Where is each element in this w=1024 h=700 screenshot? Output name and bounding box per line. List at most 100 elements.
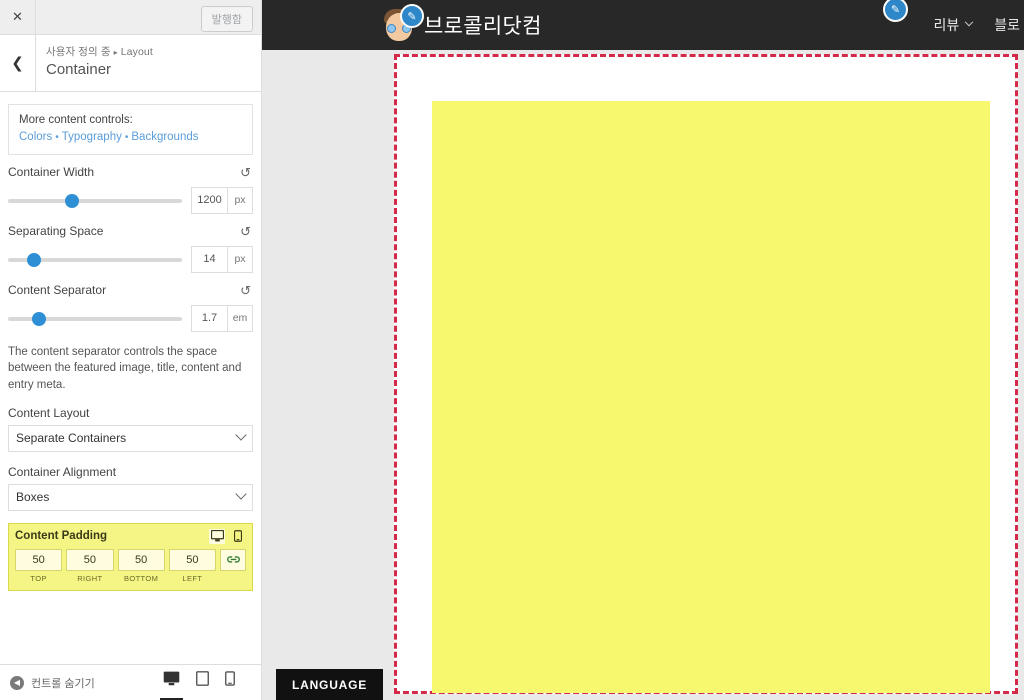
avatar-icon: ✎ (382, 4, 424, 42)
separating-space-slider[interactable] (8, 252, 182, 268)
container-width-input[interactable]: 1200 (191, 187, 228, 214)
link-icon[interactable] (220, 548, 246, 571)
desktop-icon-svg (163, 671, 180, 686)
slider-handle[interactable] (65, 193, 80, 208)
separating-space-unit: px (228, 246, 253, 273)
reset-icon[interactable]: ↺ (238, 166, 253, 179)
preview-gutter (262, 50, 394, 700)
link-backgrounds[interactable]: Backgrounds (131, 131, 198, 143)
site-brand[interactable]: ✎ 브로콜리닷컴 (382, 0, 542, 50)
link-typography[interactable]: Typography (62, 131, 122, 143)
breadcrumb-separator-icon: ▸ (113, 48, 118, 57)
nav-item-label: 리뷰 (933, 17, 960, 33)
content-padding-device-icons (209, 528, 246, 544)
padding-top-input[interactable]: 50 (15, 548, 63, 571)
language-tab[interactable]: LANGUAGE (276, 669, 384, 700)
collapse-icon: ◀ (10, 675, 24, 690)
pencil-edit-icon[interactable]: ✎ (883, 0, 908, 22)
link-icon-svg (226, 556, 240, 564)
reset-icon[interactable]: ↺ (238, 225, 253, 238)
notice-links: Colors • Typography • Backgrounds (19, 131, 242, 143)
padding-left-input[interactable]: 50 (168, 548, 216, 571)
control-label: Separating Space (8, 224, 104, 238)
separating-space-input[interactable]: 14 (191, 246, 228, 273)
desktop-icon-svg (210, 530, 224, 542)
padding-left-caption: LEFT (182, 573, 203, 583)
back-chevron-icon[interactable]: ❮ (0, 35, 36, 91)
notice-text: More content controls: (19, 114, 133, 126)
padding-right-input[interactable]: 50 (66, 548, 114, 571)
chevron-down-icon (964, 17, 974, 27)
notice-separator: • (55, 132, 59, 143)
device-preview-switch (160, 671, 251, 700)
control-label: Content Separator (8, 283, 107, 297)
control-header: Container Width ↺ (8, 165, 253, 179)
breadcrumb: 사용자 정의 중 ▸ Layout (46, 44, 153, 59)
breadcrumb-parent[interactable]: 사용자 정의 중 (46, 46, 111, 58)
content-separator-unit: em (228, 305, 253, 332)
container-alignment-select[interactable]: Boxes (8, 483, 253, 511)
padding-bottom-input[interactable]: 50 (117, 548, 165, 571)
desktop-icon[interactable] (209, 528, 225, 544)
customizer-screen: ✕ 발행함 ❮ 사용자 정의 중 ▸ Layout Container More c… (0, 0, 1024, 700)
content-padding-label: Content Padding (15, 530, 107, 543)
mobile-icon[interactable] (230, 529, 246, 544)
padding-right-col: 50 RIGHT (66, 548, 114, 583)
link-colors[interactable]: Colors (19, 131, 52, 143)
content-separator-input[interactable]: 1.7 (191, 305, 228, 332)
control-content-separator: Content Separator ↺ 1.7 em (0, 273, 261, 332)
container-width-slider[interactable] (8, 193, 182, 209)
content-layout-label: Content Layout (8, 405, 90, 420)
content-padding-fields: 50 TOP 50 RIGHT 50 BOTTOM 50 LEFT (15, 548, 246, 583)
nav-item-label: 블로 (994, 17, 1020, 33)
mobile-icon-svg (234, 530, 242, 543)
control-container-width: Container Width ↺ 1200 px (0, 155, 261, 214)
content-separator-slider[interactable] (8, 311, 182, 327)
control-header: Separating Space ↺ (8, 224, 253, 238)
container-alignment-label: Container Alignment (8, 464, 117, 479)
padding-left-col: 50 LEFT (168, 548, 216, 583)
content-layout-select[interactable]: Separate Containers (8, 424, 253, 452)
site-nav: ✎ 리뷰 블로 (883, 0, 1024, 50)
padding-right-caption: RIGHT (77, 573, 103, 583)
customizer-sidebar: ✕ 발행함 ❮ 사용자 정의 중 ▸ Layout Container More c… (0, 0, 262, 700)
panel-titles: 사용자 정의 중 ▸ Layout Container (36, 35, 153, 91)
slider-handle[interactable] (27, 252, 42, 267)
breadcrumb-current[interactable]: Layout (121, 46, 153, 58)
publish-button[interactable]: 발행함 (200, 6, 253, 32)
pencil-edit-icon[interactable]: ✎ (400, 4, 424, 28)
hide-controls-button[interactable]: ◀ 컨트롤 숨기기 (10, 675, 95, 691)
content-separator-description: The content separator controls the space… (8, 346, 242, 391)
site-title: 브로콜리닷컴 (424, 15, 542, 38)
nav-item-blog[interactable]: 블로 (994, 15, 1020, 35)
customizer-controls-body: More content controls: Colors • Typography… (0, 92, 261, 664)
tablet-icon[interactable] (196, 671, 209, 694)
padding-bottom-caption: BOTTOM (123, 573, 159, 583)
nav-item-review[interactable]: 리뷰 (933, 15, 974, 35)
container-highlight-outline (394, 54, 1018, 694)
close-icon[interactable]: ✕ (0, 0, 36, 34)
customizer-footer: ◀ 컨트롤 숨기기 (0, 664, 261, 700)
control-label: Container Width (8, 165, 95, 179)
padding-bottom-col: 50 BOTTOM (117, 548, 165, 583)
content-layout-select-wrap: Separate Containers (0, 420, 261, 452)
page-title: Container (46, 61, 112, 78)
mobile-icon-svg (225, 671, 235, 686)
customizer-panel-header: ❮ 사용자 정의 중 ▸ Layout Container (0, 35, 261, 92)
reset-icon[interactable]: ↺ (238, 284, 253, 297)
site-preview: ✎ 브로콜리닷컴 ✎ 리뷰 블로 LANGUAGE (262, 0, 1024, 700)
content-padding-header: Content Padding (15, 528, 246, 544)
customizer-topbar: ✕ 발행함 (0, 0, 261, 35)
desktop-icon[interactable] (160, 671, 183, 700)
slider-row: 1.7 em (8, 305, 253, 332)
hide-controls-label: 컨트롤 숨기기 (31, 677, 95, 690)
slider-row: 1200 px (8, 187, 253, 214)
slider-handle[interactable] (32, 311, 47, 326)
mobile-icon[interactable] (225, 671, 235, 694)
control-header: Content Separator ↺ (8, 283, 253, 297)
container-alignment-select-wrap: Boxes (0, 479, 261, 511)
padding-top-caption: TOP (30, 573, 47, 583)
control-separating-space: Separating Space ↺ 14 px (0, 214, 261, 273)
padding-top-col: 50 TOP (15, 548, 63, 583)
avatar-lens-left (387, 24, 396, 33)
